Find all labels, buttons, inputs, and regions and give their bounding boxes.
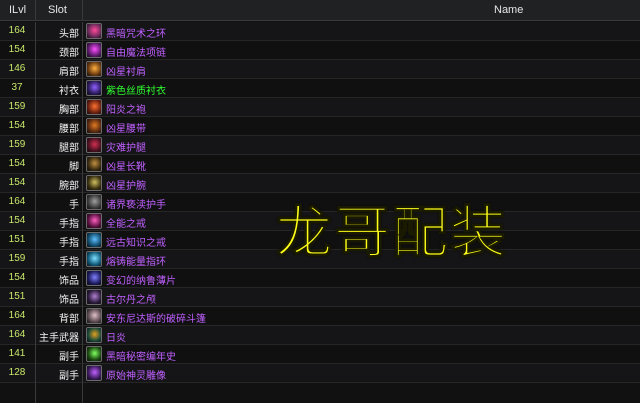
- item-level: 151: [8, 291, 26, 302]
- slot-name: 肩部: [59, 67, 79, 78]
- item-level: 151: [8, 234, 26, 245]
- gear-row[interactable]: 128 副手 原始神灵雕像: [0, 364, 640, 383]
- idol-icon[interactable]: [86, 365, 102, 381]
- gloves-icon[interactable]: [86, 194, 102, 210]
- slot-name: 手: [69, 200, 79, 211]
- gear-row[interactable]: 164 主手武器 日炎: [0, 326, 640, 345]
- item-level: 164: [8, 25, 26, 36]
- item-level: 154: [8, 120, 26, 131]
- slot-column-header[interactable]: Slot: [48, 4, 67, 16]
- ring-icon[interactable]: [86, 232, 102, 248]
- gear-row[interactable]: 164 背部 安东尼达斯的破碎斗篷: [0, 307, 640, 326]
- gear-row[interactable]: 159 胸部 阳炎之袍: [0, 98, 640, 117]
- name-column-header[interactable]: Name: [494, 4, 523, 16]
- item-name-link[interactable]: 全能之戒: [106, 215, 146, 230]
- slot-name: 副手: [59, 371, 79, 382]
- gear-row[interactable]: 141 副手 黑暗秘密编年史: [0, 345, 640, 364]
- slot-name: 腰部: [59, 124, 79, 135]
- slot-name: 腕部: [59, 181, 79, 192]
- slot-name: 背部: [59, 314, 79, 325]
- slot-name: 手指: [59, 219, 79, 230]
- item-level: 164: [8, 310, 26, 321]
- slot-name: 主手武器: [39, 333, 79, 344]
- necklace-icon[interactable]: [86, 42, 102, 58]
- item-level: 128: [8, 367, 26, 378]
- item-name-link[interactable]: 安东尼达斯的破碎斗篷: [106, 310, 206, 325]
- slot-name: 胸部: [59, 105, 79, 116]
- gear-row[interactable]: 146 肩部 凶星衬肩: [0, 60, 640, 79]
- item-name-link[interactable]: 诸界亵渎护手: [106, 196, 166, 211]
- dark-ring-icon[interactable]: [86, 23, 102, 39]
- item-name-link[interactable]: 日炎: [106, 329, 126, 344]
- slot-name: 手指: [59, 257, 79, 268]
- legs-icon[interactable]: [86, 137, 102, 153]
- ring-icon[interactable]: [86, 251, 102, 267]
- skull-icon[interactable]: [86, 289, 102, 305]
- slot-name: 腿部: [59, 143, 79, 154]
- item-name-link[interactable]: 灾难护腿: [106, 139, 146, 154]
- gear-row[interactable]: 159 腿部 灾难护腿: [0, 136, 640, 155]
- item-level: 154: [8, 158, 26, 169]
- slot-name: 衬衣: [59, 86, 79, 97]
- item-name-link[interactable]: 凶星护腕: [106, 177, 146, 192]
- table-header: ILvl Slot Name: [0, 0, 640, 21]
- item-name-link[interactable]: 凶星长靴: [106, 158, 146, 173]
- item-level: 154: [8, 215, 26, 226]
- gear-row[interactable]: 154 脚 凶星长靴: [0, 155, 640, 174]
- slot-name: 饰品: [59, 295, 79, 306]
- shirt-icon[interactable]: [86, 80, 102, 96]
- item-level: 141: [8, 348, 26, 359]
- item-name-link[interactable]: 凶星腰带: [106, 120, 146, 135]
- slot-name: 颈部: [59, 48, 79, 59]
- gear-row[interactable]: 164 头部 黑暗咒术之环: [0, 22, 640, 41]
- item-level: 37: [11, 82, 23, 93]
- ilvl-column-header[interactable]: ILvl: [9, 4, 26, 16]
- item-name-link[interactable]: 古尔丹之颅: [106, 291, 156, 306]
- item-level: 164: [8, 329, 26, 340]
- item-level: 154: [8, 272, 26, 283]
- gear-row[interactable]: 154 颈部 自由魔法项链: [0, 41, 640, 60]
- robe-icon[interactable]: [86, 99, 102, 115]
- gear-row[interactable]: 37 衬衣 紫色丝质衬衣: [0, 79, 640, 98]
- slot-name: 脚: [69, 162, 79, 173]
- slot-name: 副手: [59, 352, 79, 363]
- item-level: 154: [8, 177, 26, 188]
- book-icon[interactable]: [86, 346, 102, 362]
- slot-name: 头部: [59, 29, 79, 40]
- item-name-link[interactable]: 黑暗咒术之环: [106, 25, 166, 40]
- item-level: 146: [8, 63, 26, 74]
- gear-row[interactable]: 154 饰品 变幻的纳鲁薄片: [0, 269, 640, 288]
- ring-icon[interactable]: [86, 213, 102, 229]
- column-divider: [35, 22, 36, 403]
- slot-name: 手指: [59, 238, 79, 249]
- item-name-link[interactable]: 紫色丝质衬衣: [106, 82, 166, 97]
- item-name-link[interactable]: 黑暗秘密编年史: [106, 348, 176, 363]
- boots-icon[interactable]: [86, 156, 102, 172]
- column-divider: [35, 0, 36, 20]
- item-name-link[interactable]: 远古知识之戒: [106, 234, 166, 249]
- cloak-icon[interactable]: [86, 308, 102, 324]
- item-level: 159: [8, 253, 26, 264]
- column-divider: [82, 22, 83, 403]
- slot-name: 饰品: [59, 276, 79, 287]
- item-name-link[interactable]: 自由魔法项链: [106, 44, 166, 59]
- staff-icon[interactable]: [86, 327, 102, 343]
- item-level: 164: [8, 196, 26, 207]
- bracer-icon[interactable]: [86, 175, 102, 191]
- item-name-link[interactable]: 阳炎之袍: [106, 101, 146, 116]
- item-level: 159: [8, 139, 26, 150]
- item-name-link[interactable]: 熔铸能量指环: [106, 253, 166, 268]
- column-divider: [82, 0, 83, 20]
- item-name-link[interactable]: 凶星衬肩: [106, 63, 146, 78]
- shoulder-icon[interactable]: [86, 61, 102, 77]
- item-level: 159: [8, 101, 26, 112]
- gear-row[interactable]: 154 腰部 凶星腰带: [0, 117, 640, 136]
- belt-icon[interactable]: [86, 118, 102, 134]
- item-name-link[interactable]: 变幻的纳鲁薄片: [106, 272, 176, 287]
- watermark-text: 龙哥配装: [276, 201, 508, 267]
- gear-row[interactable]: 151 饰品 古尔丹之颅: [0, 288, 640, 307]
- item-level: 154: [8, 44, 26, 55]
- item-name-link[interactable]: 原始神灵雕像: [106, 367, 166, 382]
- trinket-icon[interactable]: [86, 270, 102, 286]
